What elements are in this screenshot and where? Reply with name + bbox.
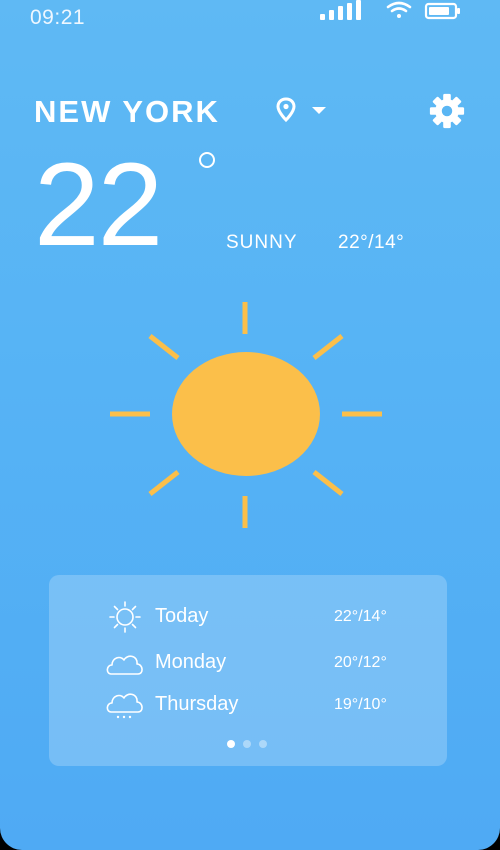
forecast-row[interactable]: Today 22°/14° [49,601,447,633]
forecast-day: Monday [155,651,227,673]
rain-cloud-icon [106,693,143,719]
page-indicator [227,740,271,750]
status-icons [320,0,460,20]
temperature-range: 22°/14° [338,232,405,253]
page-dot[interactable] [243,740,251,748]
forecast-range: 22°/14° [334,608,387,625]
forecast-range: 19°/10° [334,696,387,713]
sun-icon [109,601,141,633]
chevron-down-icon[interactable] [311,106,327,116]
degree-symbol [199,152,215,168]
current-temperature: 22 [34,139,163,271]
forecast-day: Today [155,605,209,627]
city-name[interactable]: NEW YORK [34,94,220,130]
forecast-day: Thursday [155,693,239,715]
forecast-range: 20°/12° [334,654,387,671]
weather-condition: SUNNY [226,232,298,253]
battery-icon [424,2,460,20]
signal-icon [320,0,361,20]
wifi-icon [386,1,412,18]
gear-icon[interactable] [428,92,466,130]
weather-screen: 09:21 NEW YORK 22 SUNNY 22°/14° Today 22… [0,0,500,850]
forecast-row[interactable]: Thursday 19°/10° [49,689,447,721]
page-dot[interactable] [259,740,267,748]
sun-icon [110,302,382,528]
location-pin-icon[interactable] [276,97,296,123]
status-time: 09:21 [30,6,86,29]
page-dot-active[interactable] [227,740,235,748]
cloud-icon [106,655,143,675]
forecast-row[interactable]: Monday 20°/12° [49,647,447,679]
forecast-card: Today 22°/14° Monday 20°/12° Thursday 19… [49,575,447,766]
